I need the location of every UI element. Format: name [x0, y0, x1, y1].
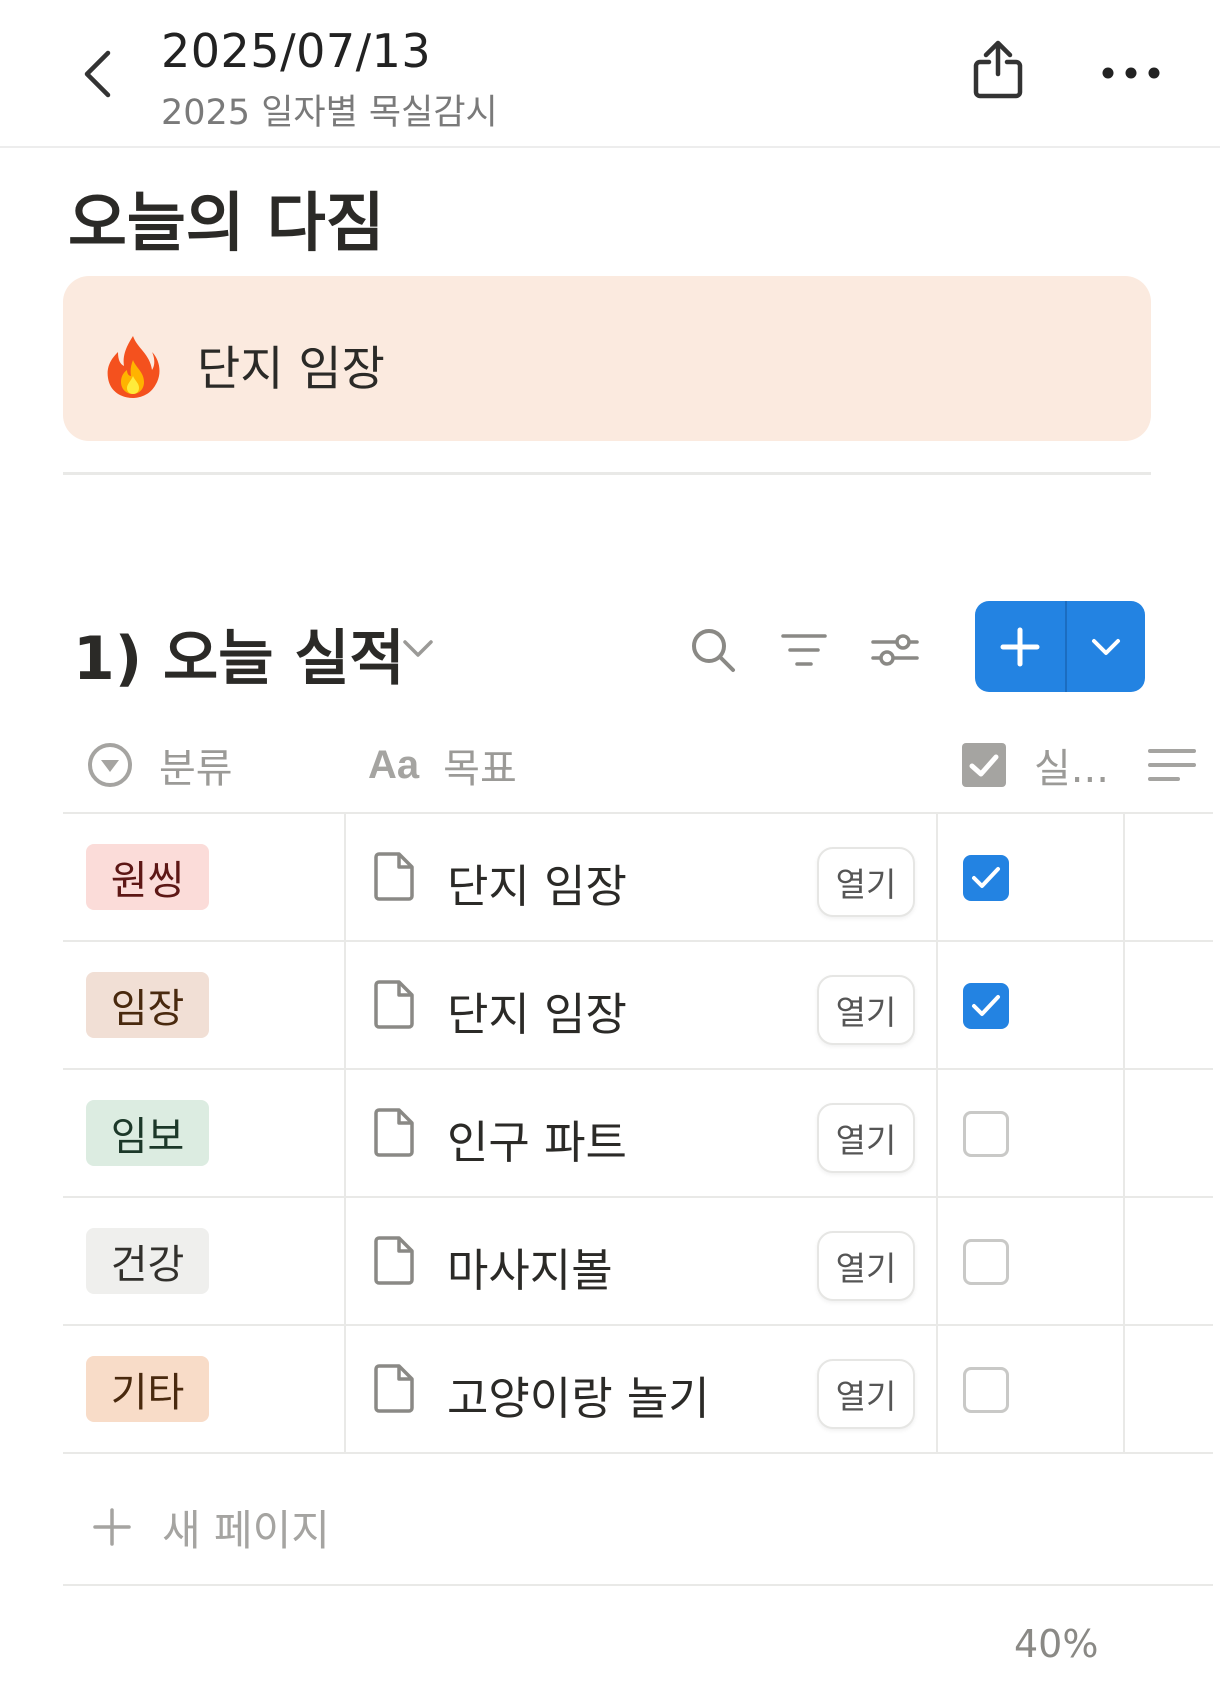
new-item-dropdown[interactable] — [1067, 601, 1145, 692]
chevron-left-icon — [84, 50, 111, 98]
category-tag[interactable]: 기타 — [86, 1356, 209, 1422]
table-border — [63, 1584, 1213, 1586]
column-header-done[interactable]: 실... — [962, 735, 1109, 795]
done-checkbox[interactable] — [963, 855, 1009, 901]
table-border — [63, 1452, 1213, 1454]
table-border — [63, 940, 1213, 942]
column-label-category: 분류 — [159, 746, 233, 792]
category-tag[interactable]: 임보 — [86, 1100, 209, 1166]
page-icon — [374, 852, 414, 901]
row-title[interactable]: 마사지볼 — [447, 1234, 613, 1299]
column-header-goal[interactable]: Aa 목표 — [368, 735, 517, 795]
open-page-button[interactable]: 열기 — [817, 1231, 915, 1301]
chevron-down-icon[interactable] — [400, 630, 436, 666]
column-divider — [1123, 812, 1125, 1454]
new-item-button[interactable] — [975, 601, 1145, 692]
breadcrumb-parent[interactable]: 2025 일자별 목실감시 — [161, 84, 498, 135]
callout-text[interactable]: 단지 임장 — [197, 330, 385, 399]
done-checkbox[interactable] — [963, 1239, 1009, 1285]
more-options-button[interactable] — [1086, 48, 1176, 98]
new-page-label: 새 페이지 — [162, 1505, 330, 1555]
category-tag[interactable]: 원씽 — [86, 844, 209, 910]
database-title[interactable]: 1) 오늘 실적 — [73, 610, 405, 697]
filter-icon — [781, 634, 827, 666]
page-date-title: 2025/07/13 — [161, 24, 432, 78]
checkmark-icon — [972, 995, 1000, 1016]
table-border — [63, 1068, 1213, 1070]
list-lines-icon — [1148, 749, 1196, 781]
column-label-goal: 목표 — [443, 746, 517, 792]
more-horizontal-icon — [1102, 67, 1160, 79]
row-title[interactable]: 단지 임장 — [447, 978, 627, 1043]
text-property-icon: Aa — [368, 742, 420, 787]
table-border — [63, 1196, 1213, 1198]
checkmark-icon — [972, 867, 1000, 888]
page-icon — [374, 1236, 414, 1285]
chevron-down-icon — [1092, 638, 1120, 655]
page-icon — [374, 1108, 414, 1157]
share-button[interactable] — [968, 36, 1028, 104]
completion-percentage: 40% — [1014, 1622, 1099, 1666]
done-checkbox[interactable] — [963, 983, 1009, 1029]
category-tag[interactable]: 임장 — [86, 972, 209, 1038]
more-columns-button[interactable] — [1148, 735, 1196, 795]
row-title[interactable]: 고양이랑 놀기 — [447, 1362, 710, 1427]
column-label-done: 실... — [1034, 746, 1109, 792]
row-title[interactable]: 단지 임장 — [447, 850, 627, 915]
page-icon — [374, 1364, 414, 1413]
column-divider — [344, 812, 346, 1454]
open-page-button[interactable]: 열기 — [817, 847, 915, 917]
fire-icon — [104, 334, 162, 404]
plus-icon — [93, 1508, 131, 1546]
done-checkbox[interactable] — [963, 1367, 1009, 1413]
back-button[interactable] — [72, 44, 122, 104]
view-settings-button[interactable] — [867, 622, 923, 678]
column-divider — [936, 812, 938, 1454]
search-icon — [692, 629, 735, 672]
open-page-button[interactable]: 열기 — [817, 975, 915, 1045]
row-title[interactable]: 인구 파트 — [447, 1106, 627, 1171]
table-border — [63, 1324, 1213, 1326]
done-checkbox[interactable] — [963, 1111, 1009, 1157]
page-heading: 오늘의 다짐 — [68, 187, 385, 261]
category-tag[interactable]: 건강 — [86, 1228, 209, 1294]
plus-icon — [1000, 627, 1040, 666]
checkbox-property-icon — [962, 743, 1006, 787]
divider — [63, 472, 1151, 475]
open-page-button[interactable]: 열기 — [817, 1359, 915, 1429]
column-header-category[interactable]: 분류 — [86, 735, 233, 795]
share-icon — [973, 40, 1023, 99]
filter-button[interactable] — [776, 622, 832, 678]
new-page-button[interactable]: 새 페이지 — [92, 1497, 330, 1557]
add-item-button[interactable] — [975, 601, 1067, 692]
table-border — [63, 812, 1213, 814]
settings-sliders-icon — [871, 634, 919, 666]
select-property-icon — [88, 743, 132, 787]
top-bar: 2025/07/13 2025 일자별 목실감시 — [0, 0, 1220, 148]
open-page-button[interactable]: 열기 — [817, 1103, 915, 1173]
search-button[interactable] — [685, 622, 741, 678]
page-icon — [374, 980, 414, 1029]
